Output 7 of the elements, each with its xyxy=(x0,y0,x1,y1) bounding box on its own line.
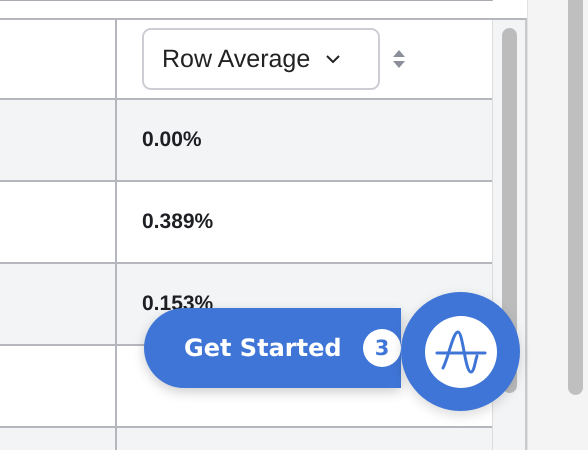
chevron-down-icon xyxy=(326,54,340,64)
wave-icon xyxy=(424,316,496,388)
table-cell: 0.389% xyxy=(142,210,214,234)
scrollbar-thumb[interactable] xyxy=(568,0,583,395)
sort-icon[interactable] xyxy=(392,49,406,69)
aggregation-dropdown[interactable]: Row Average xyxy=(142,28,380,90)
table-cell: 0.00% xyxy=(142,128,202,152)
